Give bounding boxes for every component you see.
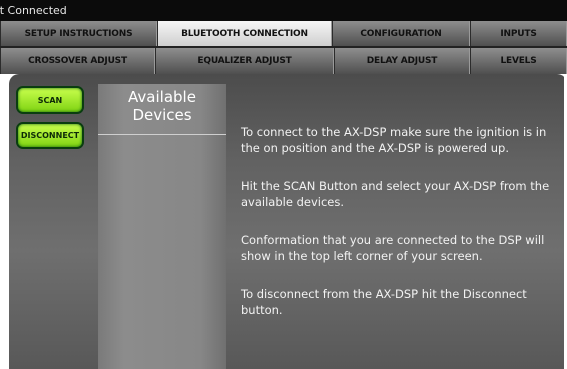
available-devices-title: Available Devices (98, 84, 226, 134)
tab-configuration[interactable]: CONFIGURATION (332, 21, 470, 46)
instruction-connect: To connect to the AX-DSP make sure the i… (241, 125, 547, 155)
disconnect-button[interactable]: DISCONNECT (16, 122, 84, 149)
connection-status: ot Connected (0, 4, 67, 17)
tab-row-main: SETUP INSTRUCTIONS BLUETOOTH CONNECTION … (0, 21, 567, 46)
tab-crossover-adjust[interactable]: CROSSOVER ADJUST (0, 48, 155, 74)
instruction-confirmation: Conformation that you are connected to t… (241, 233, 545, 263)
tab-bluetooth-connection[interactable]: BLUETOOTH CONNECTION (157, 21, 332, 46)
tab-levels[interactable]: LEVELS (470, 48, 567, 74)
devices-title-line1: Available (128, 88, 196, 106)
instruction-disconnect: To disconnect from the AX-DSP hit the Di… (241, 287, 527, 317)
tab-delay-adjust[interactable]: DELAY ADJUST (334, 48, 470, 74)
scan-button[interactable]: SCAN (16, 86, 84, 114)
device-list[interactable] (98, 135, 226, 369)
bluetooth-instructions: To connect to the AX-DSP make sure the i… (241, 124, 563, 340)
action-button-column: SCAN DISCONNECT (9, 74, 98, 369)
status-bar: ot Connected (0, 0, 567, 21)
tab-equalizer-adjust[interactable]: EQUALIZER ADJUST (155, 48, 334, 74)
instruction-scan: Hit the SCAN Button and select your AX-D… (241, 179, 550, 209)
tab-row-adjust: CROSSOVER ADJUST EQUALIZER ADJUST DELAY … (0, 48, 567, 74)
tab-setup-instructions[interactable]: SETUP INSTRUCTIONS (0, 21, 157, 46)
devices-title-line2: Devices (132, 106, 192, 124)
available-devices-panel: Available Devices (98, 84, 226, 369)
tab-inputs[interactable]: INPUTS (470, 21, 567, 46)
